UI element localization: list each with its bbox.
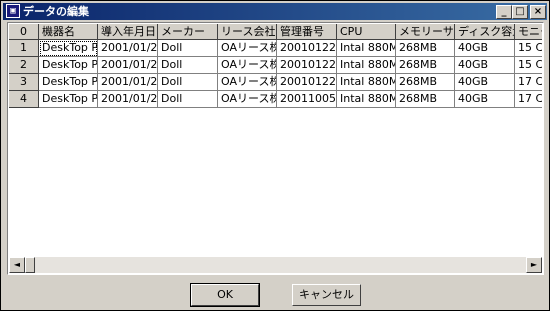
- cell-cpu[interactable]: Intal 880MHz: [337, 57, 396, 74]
- data-grid: 0 機器名 導入年月日 メーカー リース会社 管理番号 CPU メモリーサイズ …: [7, 22, 544, 275]
- cell-device-name[interactable]: DeskTop PC: [39, 91, 98, 108]
- cell-monitor[interactable]: 15 CRT: [515, 40, 542, 57]
- cell-disk-capacity[interactable]: 40GB: [455, 91, 515, 108]
- scroll-right-icon[interactable]: ►: [526, 257, 542, 273]
- cell-install-date[interactable]: 2001/01/22: [98, 40, 158, 57]
- cell-memory-size[interactable]: 268MB: [396, 74, 455, 91]
- cancel-button[interactable]: キャンセル: [292, 284, 361, 306]
- row-header-1[interactable]: 1: [9, 40, 39, 57]
- column-header-install-date[interactable]: 導入年月日: [98, 24, 158, 40]
- cell-device-name[interactable]: DeskTop PC: [39, 74, 98, 91]
- cell-maker[interactable]: Doll: [158, 40, 218, 57]
- cell-device-name[interactable]: DeskTop PC: [39, 57, 98, 74]
- cell-cpu[interactable]: Intal 880MHz: [337, 91, 396, 108]
- column-header-maker[interactable]: メーカー: [158, 24, 218, 40]
- cell-management-number[interactable]: 2001012200: [277, 74, 337, 91]
- column-header-disk-capacity[interactable]: ディスク容量: [455, 24, 515, 40]
- cell-maker[interactable]: Doll: [158, 74, 218, 91]
- cell-lease-company[interactable]: OAリース株: [218, 57, 277, 74]
- cell-management-number[interactable]: 2001012200: [277, 57, 337, 74]
- cell-memory-size[interactable]: 268MB: [396, 40, 455, 57]
- cell-memory-size[interactable]: 268MB: [396, 91, 455, 108]
- horizontal-scrollbar[interactable]: ◄ ►: [9, 257, 542, 273]
- app-icon[interactable]: ▣: [6, 4, 20, 18]
- cell-cpu[interactable]: Intal 880MHz: [337, 74, 396, 91]
- cell-monitor[interactable]: 17 CRT: [515, 74, 542, 91]
- cell-monitor[interactable]: 15 CRT: [515, 57, 542, 74]
- cell-management-number[interactable]: 2001100500: [277, 91, 337, 108]
- grid-corner-header[interactable]: 0: [9, 24, 39, 40]
- cell-disk-capacity[interactable]: 40GB: [455, 74, 515, 91]
- cell-maker[interactable]: Doll: [158, 57, 218, 74]
- cell-install-date[interactable]: 2001/01/22: [98, 57, 158, 74]
- row-header-3[interactable]: 3: [9, 74, 39, 91]
- cell-management-number[interactable]: 2001012200: [277, 40, 337, 57]
- scrollbar-thumb[interactable]: [25, 257, 35, 273]
- cell-install-date[interactable]: 2001/01/22: [98, 74, 158, 91]
- column-header-memory-size[interactable]: メモリーサイズ: [396, 24, 455, 40]
- column-header-lease-company[interactable]: リース会社: [218, 24, 277, 40]
- close-button[interactable]: ×: [530, 5, 546, 19]
- ok-button[interactable]: OK: [190, 283, 260, 307]
- cell-disk-capacity[interactable]: 40GB: [455, 40, 515, 57]
- cell-maker[interactable]: Doll: [158, 91, 218, 108]
- cell-monitor[interactable]: 17 CRT: [515, 91, 542, 108]
- column-header-monitor[interactable]: モニタ: [515, 24, 542, 40]
- column-header-device-name[interactable]: 機器名: [39, 24, 98, 40]
- cell-device-name[interactable]: DeskTop PC: [39, 40, 98, 57]
- grid-body: 0 機器名 導入年月日 メーカー リース会社 管理番号 CPU メモリーサイズ …: [9, 24, 542, 258]
- cell-install-date[interactable]: 2001/01/22: [98, 91, 158, 108]
- cell-lease-company[interactable]: OAリース株: [218, 91, 277, 108]
- row-header-4[interactable]: 4: [9, 91, 39, 108]
- cell-memory-size[interactable]: 268MB: [396, 57, 455, 74]
- cell-lease-company[interactable]: OAリース株: [218, 74, 277, 91]
- row-header-2[interactable]: 2: [9, 57, 39, 74]
- column-header-cpu[interactable]: CPU: [337, 24, 396, 40]
- cell-disk-capacity[interactable]: 40GB: [455, 57, 515, 74]
- maximize-button[interactable]: □: [512, 5, 528, 19]
- edit-data-window: ▣ データの編集 _ □ × 0 機器名 導入年月日 メーカー リース会社 管理…: [0, 0, 550, 311]
- scroll-left-icon[interactable]: ◄: [9, 257, 25, 273]
- cell-cpu[interactable]: Intal 880MHz: [337, 40, 396, 57]
- column-header-management-number[interactable]: 管理番号: [277, 24, 337, 40]
- minimize-button[interactable]: _: [496, 5, 512, 19]
- cell-lease-company[interactable]: OAリース株: [218, 40, 277, 57]
- window-title: データの編集: [23, 5, 89, 18]
- title-bar[interactable]: ▣ データの編集 _ □ ×: [3, 3, 547, 20]
